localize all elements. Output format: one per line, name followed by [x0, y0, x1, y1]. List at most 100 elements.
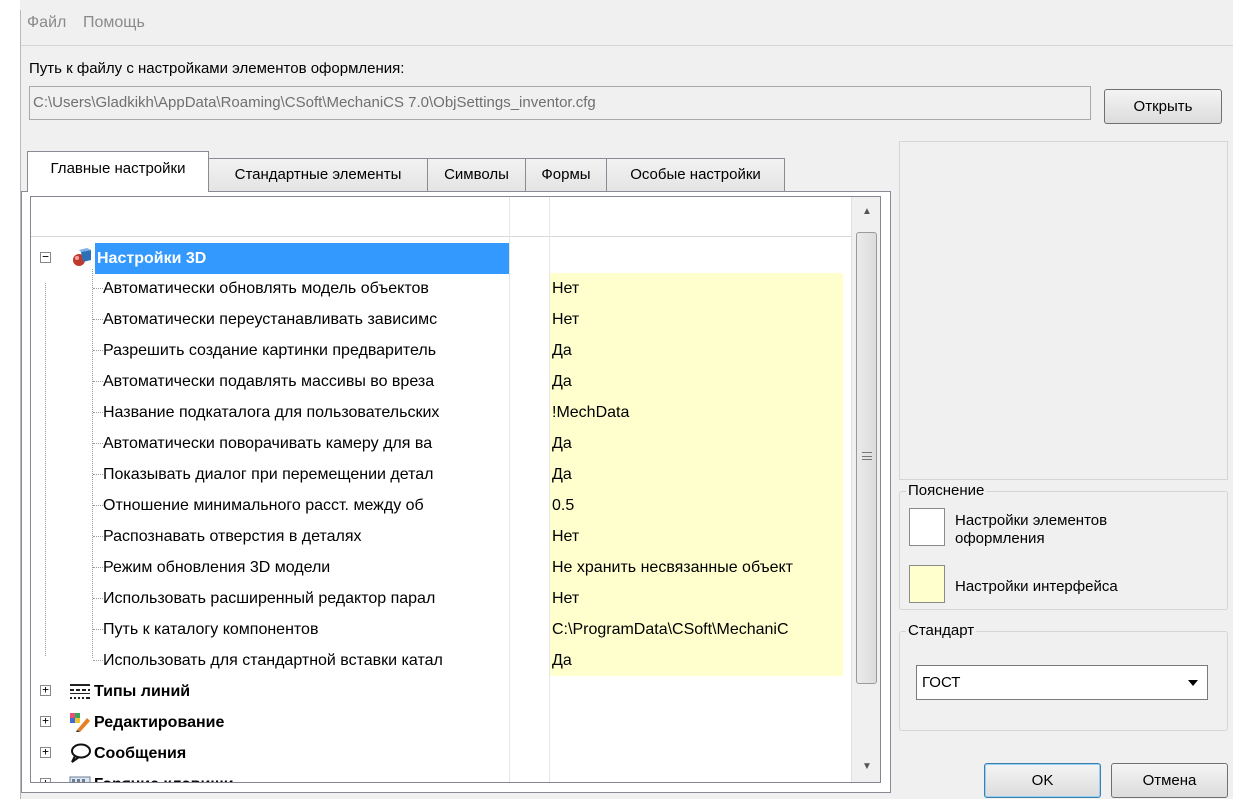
menu-help[interactable]: Помощь [83, 14, 145, 32]
property-row[interactable]: Распознавать отверстия в деталях Нет [31, 521, 851, 552]
preview-pane [899, 141, 1228, 480]
property-name: Использовать расширенный редактор парал [103, 590, 436, 607]
property-value[interactable]: Да [550, 645, 843, 676]
property-name: Автоматически поворачивать камеру для ва [103, 435, 433, 452]
expand-icon[interactable]: + [40, 684, 51, 696]
tab-symbols[interactable]: Символы [427, 158, 526, 191]
property-name: Отношение минимального расст. между об [103, 497, 424, 514]
expand-icon[interactable]: + [40, 715, 51, 727]
group-row-editing[interactable]: + Редактирование [31, 707, 851, 738]
path-label: Путь к файлу с настройками элементов офо… [29, 60, 405, 77]
line-types-icon [69, 681, 91, 701]
tab-main-settings[interactable]: Главные настройки [27, 151, 209, 192]
property-row[interactable]: Разрешить создание картинки предваритель… [31, 335, 851, 366]
open-button[interactable]: Открыть [1104, 89, 1222, 124]
property-name: Разрешить создание картинки предваритель [103, 342, 437, 359]
group-row-messages[interactable]: + Сообщения [31, 738, 851, 769]
property-grid: − Настройки 3D Автоматически обновлять м… [30, 196, 881, 783]
property-value[interactable]: Да [550, 335, 843, 366]
property-row[interactable]: Использовать расширенный редактор парал … [31, 583, 851, 614]
scroll-down-icon[interactable]: ▼ [852, 752, 880, 782]
legend-elements-text: Настройки элементов оформления [955, 512, 1108, 547]
property-row[interactable]: Режим обновления 3D модели Не хранить не… [31, 552, 851, 583]
tab-special-settings[interactable]: Особые настройки [606, 158, 785, 191]
standard-select[interactable]: ГОСТ [916, 665, 1208, 700]
property-row[interactable]: Автоматически подавлять массивы во вреза… [31, 366, 851, 397]
property-row[interactable]: Автоматически обновлять модель объектов … [31, 273, 851, 304]
tab-panel-main: − Настройки 3D Автоматически обновлять м… [21, 191, 891, 793]
property-row[interactable]: Название подкаталога для пользовательски… [31, 397, 851, 428]
menu-bar: Файл Помощь [21, 10, 1233, 46]
expand-icon[interactable]: + [40, 746, 51, 758]
property-value[interactable]: Не хранить несвязанные объект [550, 552, 843, 583]
group-row-hotkeys[interactable]: + Горячие клавиши [31, 769, 851, 782]
3d-settings-icon [71, 248, 93, 268]
scroll-thumb[interactable] [856, 232, 877, 684]
legend-interface-text: Настройки интерфейса [955, 578, 1118, 595]
swatch-elements [909, 508, 945, 546]
property-value[interactable]: Да [550, 428, 843, 459]
tree-line [93, 660, 103, 661]
grip-icon [862, 452, 872, 460]
collapse-icon[interactable]: − [40, 251, 51, 263]
property-name: Режим обновления 3D модели [103, 559, 331, 576]
ok-button[interactable]: OK [984, 763, 1101, 798]
group-row-line-types[interactable]: + Типы линий [31, 676, 851, 707]
property-name: Использовать для стандартной вставки кат… [103, 652, 443, 669]
property-value[interactable]: C:\ProgramData\CSoft\MechaniC [550, 614, 843, 645]
legend-groupbox: Пояснение Настройки элементов оформления… [899, 482, 1228, 610]
settings-window: Файл Помощь Путь к файлу с настройками э… [20, 10, 1233, 799]
property-name: Автоматически обновлять модель объектов [103, 280, 429, 297]
property-row[interactable]: Использовать для стандартной вставки кат… [31, 645, 851, 676]
tree-line [93, 412, 103, 413]
tree-line [93, 536, 103, 537]
tab-standard-elements[interactable]: Стандартные элементы [208, 158, 428, 191]
property-value[interactable]: Да [550, 366, 843, 397]
property-row[interactable]: Показывать диалог при перемещении детал … [31, 459, 851, 490]
property-value[interactable]: 0.5 [550, 490, 843, 521]
property-name: Распознавать отверстия в деталях [103, 528, 362, 545]
property-row[interactable]: Отношение минимального расст. между об 0… [31, 490, 851, 521]
menu-file[interactable]: Файл [27, 14, 66, 32]
path-field[interactable]: C:\Users\Gladkikh\AppData\Roaming\CSoft\… [29, 86, 1091, 120]
tree-line [93, 567, 103, 568]
cancel-button[interactable]: Отмена [1111, 763, 1228, 798]
property-value[interactable]: Нет [550, 304, 843, 335]
editing-icon [69, 712, 91, 732]
property-row[interactable]: Автоматически переустанавливать зависимс… [31, 304, 851, 335]
swatch-interface [909, 565, 945, 603]
property-name: Путь к каталогу компонентов [103, 621, 319, 638]
property-name: Автоматически подавлять массивы во вреза [103, 373, 435, 390]
tab-forms[interactable]: Формы [525, 158, 607, 191]
property-row[interactable]: Путь к каталогу компонентов C:\ProgramDa… [31, 614, 851, 645]
property-value[interactable]: !MechData [550, 397, 843, 428]
tree-line [93, 598, 103, 599]
property-value[interactable]: Да [550, 459, 843, 490]
standard-title: Стандарт [906, 622, 977, 639]
property-value[interactable]: Нет [550, 583, 843, 614]
property-value[interactable]: Нет [550, 521, 843, 552]
tree-line [93, 288, 103, 289]
tree-line [93, 474, 103, 475]
speech-bubble-icon [69, 743, 91, 763]
group-label: Настройки 3D [95, 243, 509, 274]
scroll-up-icon[interactable]: ▲ [852, 197, 880, 227]
group-label: Редактирование [94, 714, 225, 731]
legend-title: Пояснение [906, 482, 987, 499]
group-label: Типы линий [94, 683, 191, 700]
tree-line [93, 319, 103, 320]
expand-icon[interactable]: + [40, 777, 51, 782]
property-name: Автоматически переустанавливать зависимс [103, 311, 438, 328]
property-name: Показывать диалог при перемещении детал [103, 466, 434, 483]
chevron-down-icon [1188, 680, 1198, 686]
window-top-edge [20, 0, 1233, 10]
tree-line [93, 505, 103, 506]
property-row[interactable]: Автоматически поворачивать камеру для ва… [31, 428, 851, 459]
property-value[interactable]: Нет [550, 273, 843, 304]
property-name: Название подкаталога для пользовательски… [103, 404, 440, 421]
group-row-3d[interactable]: − Настройки 3D [31, 243, 851, 274]
standard-selected-value: ГОСТ [922, 674, 961, 691]
group-label: Горячие клавиши [94, 769, 509, 782]
vertical-scrollbar[interactable]: ▲ ▼ [851, 197, 880, 782]
group-label: Сообщения [94, 745, 187, 762]
